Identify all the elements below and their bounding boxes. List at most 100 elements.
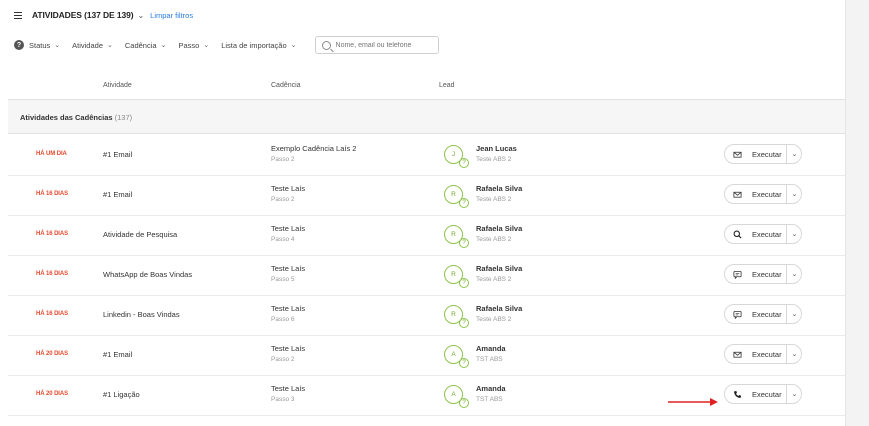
lead-company: Teste ABS 2 — [476, 316, 512, 323]
table-row[interactable]: HÁ 20 DIAS #1 Ligação Teste Laís Passo 3 A? A… — [8, 375, 845, 416]
lead-name[interactable]: Rafaela Silva — [476, 184, 522, 193]
mail-icon — [733, 190, 742, 199]
lead-company: Teste ABS 2 — [476, 276, 512, 283]
status-filter-label: Status — [29, 40, 51, 50]
chevron-down-icon: ⌄ — [107, 42, 113, 49]
lead-name[interactable]: Rafaela Silva — [476, 264, 522, 273]
cadence-name[interactable]: Teste Laís — [271, 384, 305, 393]
lista-filter[interactable]: Lista de importação ⌄ — [221, 36, 296, 54]
search-box[interactable] — [314, 36, 439, 54]
cadencia-filter[interactable]: Cadência ⌄ — [125, 36, 167, 54]
cadence-step: Passo 2 — [271, 156, 295, 163]
activity-name: #1 Email — [103, 150, 133, 159]
page-title: ATIVIDADES (137 DE 139) — [32, 10, 134, 20]
execute-button-label: Executar — [752, 390, 782, 399]
execute-button[interactable]: Executar ⌄ — [724, 344, 802, 364]
activity-name: WhatsApp de Boas Vindas — [103, 270, 193, 279]
execute-button[interactable]: Executar ⌄ — [724, 304, 802, 324]
execute-button-label: Executar — [752, 150, 782, 159]
column-header-cadencia: Cadência — [271, 82, 301, 89]
help-icon: ? — [459, 398, 469, 408]
cadence-name[interactable]: Teste Laís — [271, 304, 305, 313]
header-bar: ATIVIDADES (137 DE 139) ⌄ Limpar filtros — [14, 8, 193, 22]
lead-name[interactable]: Amanda — [476, 384, 506, 393]
table-row[interactable]: HÁ UM DIA #1 Email Exemplo Cadência Laís 2… — [8, 135, 845, 176]
lead-name[interactable]: Jean Lucas — [476, 144, 517, 153]
search-input[interactable] — [335, 41, 432, 49]
execute-button-label: Executar — [752, 310, 782, 319]
column-header-atividade: Atividade — [103, 82, 132, 89]
lead-company: Teste ABS 2 — [476, 196, 512, 203]
lead-name[interactable]: Rafaela Silva — [476, 304, 522, 313]
help-icon: ? — [459, 238, 469, 248]
right-scrollbar[interactable] — [845, 0, 869, 426]
cadencia-filter-label: Cadência — [124, 40, 157, 50]
help-icon: ? — [459, 318, 469, 328]
execute-button[interactable]: Executar ⌄ — [724, 384, 802, 404]
mail-icon — [733, 350, 742, 359]
execute-button-label: Executar — [752, 190, 782, 199]
execute-button-label: Executar — [752, 270, 782, 279]
cadence-name[interactable]: Teste Laís — [271, 224, 305, 233]
chevron-down-icon[interactable]: ⌄ — [787, 145, 802, 163]
group-header: Atividades das Cadências (137) — [8, 99, 845, 134]
chevron-down-icon[interactable]: ⌄ — [137, 11, 144, 20]
mail-icon — [733, 150, 742, 159]
cadence-name[interactable]: Teste Laís — [271, 264, 305, 273]
group-label-text: Atividades das Cadências — [20, 113, 113, 122]
execute-button[interactable]: Executar ⌄ — [724, 264, 802, 284]
due-badge: HÁ 20 DIAS — [36, 391, 69, 397]
execute-button[interactable]: Executar ⌄ — [724, 184, 802, 204]
lead-company: Teste ABS 2 — [476, 156, 512, 163]
table-row[interactable]: HÁ 16 DIAS Linkedin - Boas Vindas Teste La… — [8, 295, 845, 336]
execute-button[interactable]: Executar ⌄ — [724, 144, 802, 164]
activity-name: #1 Email — [103, 190, 133, 199]
status-filter[interactable]: ? Status ⌄ — [14, 36, 60, 54]
annotation-arrow — [668, 398, 718, 406]
chevron-down-icon[interactable]: ⌄ — [787, 305, 802, 323]
execute-button[interactable]: Executar ⌄ — [724, 224, 802, 244]
chevron-down-icon[interactable]: ⌄ — [787, 345, 802, 363]
atividade-filter-label: Atividade — [72, 40, 103, 50]
cadence-name[interactable]: Exemplo Cadência Laís 2 — [271, 144, 356, 153]
column-header-lead: Lead — [439, 82, 455, 89]
chevron-down-icon[interactable]: ⌄ — [787, 265, 802, 283]
due-badge: HÁ UM DIA — [36, 151, 67, 157]
passo-filter-label: Passo — [178, 40, 200, 50]
cadence-name[interactable]: Teste Laís — [271, 344, 305, 353]
chat-icon — [733, 270, 742, 280]
activities-panel: ATIVIDADES (137 DE 139) ⌄ Limpar filtros… — [0, 0, 845, 426]
help-icon: ? — [459, 278, 469, 288]
due-badge: HÁ 16 DIAS — [36, 191, 69, 197]
execute-button-label: Executar — [752, 350, 782, 359]
table-row[interactable]: HÁ 16 DIAS WhatsApp de Boas Vindas Teste L… — [8, 255, 845, 296]
cadence-step: Passo 5 — [271, 276, 295, 283]
passo-filter[interactable]: Passo ⌄ — [178, 36, 209, 54]
chevron-down-icon[interactable]: ⌄ — [787, 185, 802, 203]
execute-button-label: Executar — [752, 230, 782, 239]
search-icon — [733, 230, 742, 239]
group-label: Atividades das Cadências (137) — [20, 113, 132, 122]
menu-icon[interactable] — [14, 12, 22, 19]
due-badge: HÁ 16 DIAS — [36, 271, 69, 277]
activity-name: Atividade de Pesquisa — [103, 230, 178, 239]
lead-name[interactable]: Rafaela Silva — [476, 224, 522, 233]
lead-name[interactable]: Amanda — [476, 344, 506, 353]
due-badge: HÁ 16 DIAS — [36, 311, 69, 317]
atividade-filter[interactable]: Atividade ⌄ — [72, 36, 113, 54]
table-row[interactable]: HÁ 16 DIAS #1 Email Teste Laís Passo 2 R? Raf… — [8, 175, 845, 216]
table-row[interactable]: HÁ 20 DIAS #1 Email Teste Laís Passo 2 A? Ama… — [8, 335, 845, 376]
cadence-name[interactable]: Teste Laís — [271, 184, 305, 193]
clear-filters-link[interactable]: Limpar filtros — [150, 11, 193, 20]
help-icon: ? — [459, 198, 469, 208]
activity-name: Linkedin - Boas Vindas — [103, 310, 180, 319]
filter-bar: ? Status ⌄ Atividade ⌄ Cadência ⌄ Passo … — [14, 36, 439, 54]
chevron-down-icon: ⌄ — [290, 42, 297, 49]
chat-icon — [733, 310, 742, 320]
table-row[interactable]: HÁ 16 DIAS Atividade de Pesquisa Teste Laí… — [8, 215, 845, 256]
lead-company: Teste ABS 2 — [476, 236, 512, 243]
chevron-down-icon[interactable]: ⌄ — [787, 385, 802, 403]
chevron-down-icon[interactable]: ⌄ — [787, 225, 802, 243]
lista-filter-label: Lista de importação — [221, 40, 287, 50]
activity-name: #1 Email — [103, 350, 133, 359]
